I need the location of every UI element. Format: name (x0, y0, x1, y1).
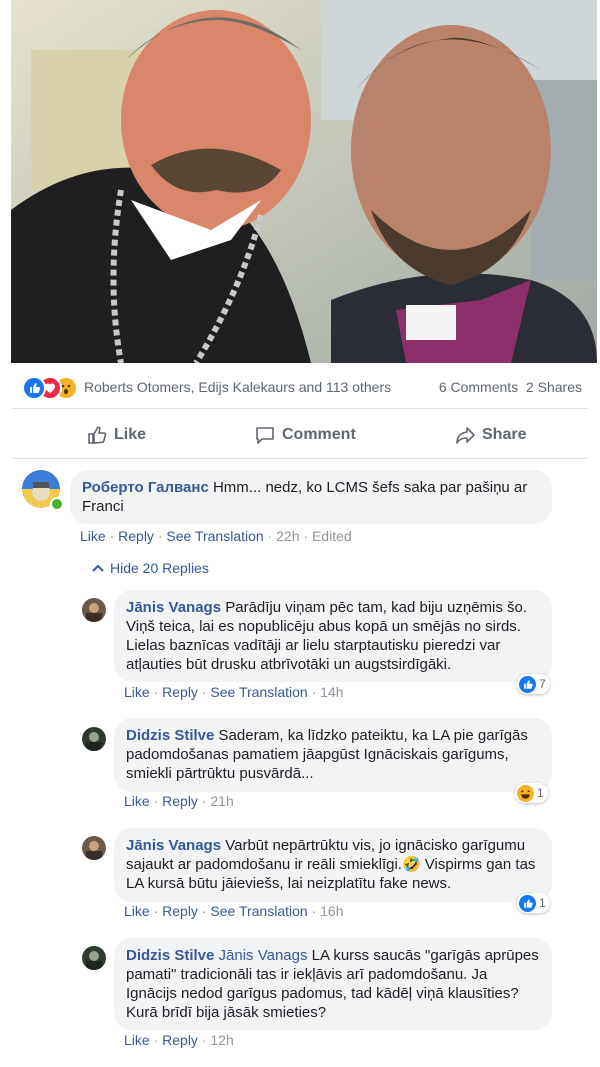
chevron-up-icon (92, 564, 104, 572)
reply-time[interactable]: 21h (210, 793, 233, 809)
reply-author[interactable]: Didzis Stilve (126, 947, 214, 964)
like-icon (519, 894, 536, 912)
avatar[interactable] (82, 727, 106, 751)
thumbs-up-icon (88, 426, 107, 444)
like-icon (519, 675, 536, 693)
reply-reply-link[interactable]: Reply (162, 684, 198, 700)
reply-reply-link[interactable]: Reply (162, 903, 198, 919)
share-label: Share (482, 426, 527, 443)
shares-count[interactable]: 2 Shares (526, 379, 582, 395)
share-icon (456, 427, 475, 444)
comment-actions: Like · Reply · See Translation · 22h · E… (80, 528, 352, 544)
avatar[interactable] (82, 946, 106, 970)
like-icon (22, 376, 46, 400)
reaction-count: 1 (537, 786, 544, 800)
reply-reply-link[interactable]: Reply (162, 1032, 198, 1048)
reaction-count: 7 (539, 677, 546, 691)
reply-author[interactable]: Didzis Stilve (126, 727, 214, 744)
comment-share-counts: 6 Comments 2 Shares (439, 379, 582, 395)
reply-time[interactable]: 14h (320, 684, 343, 700)
haha-icon (517, 784, 534, 802)
reply-bubble: Didzis Stilve Jānis Vanags LA kurss sauc… (114, 938, 552, 1030)
see-translation-link[interactable]: See Translation (210, 684, 307, 700)
reply-time[interactable]: 16h (320, 903, 343, 919)
reply-reaction-count[interactable]: 1 (515, 783, 548, 803)
comment-like-link[interactable]: Like (80, 528, 106, 544)
edited-label: Edited (311, 528, 352, 544)
reply-bubble: Jānis Vanags Parādīju viņam pēc tam, kad… (114, 590, 552, 682)
post-photo[interactable] (11, 0, 597, 363)
reply-mention[interactable]: Jānis Vanags (219, 947, 308, 964)
see-translation-link[interactable]: See Translation (166, 528, 263, 544)
comment-button[interactable]: Comment (254, 424, 356, 446)
like-button[interactable]: Like (86, 424, 146, 446)
comment-label: Comment (282, 426, 356, 443)
comment-reply-link[interactable]: Reply (118, 528, 154, 544)
reactions-summary: Roberts Otomers, Edijs Kalekaurs and 113… (0, 373, 600, 403)
see-translation-link[interactable]: See Translation (210, 903, 307, 919)
avatar[interactable] (82, 598, 106, 622)
comment-time[interactable]: 22h (276, 528, 299, 544)
reactor-names[interactable]: Roberts Otomers, Edijs Kalekaurs and 113… (84, 379, 391, 395)
divider (12, 458, 588, 459)
reply-actions: Like · Reply · 12h (124, 1032, 234, 1048)
comments-count[interactable]: 6 Comments (439, 379, 518, 395)
reply-bubble: Jānis Vanags Varbūt nepārtrūktu vis, jo … (114, 828, 552, 902)
reply-actions: Like · Reply · See Translation · 14h (124, 684, 344, 700)
reply-like-link[interactable]: Like (124, 903, 150, 919)
reply-time[interactable]: 12h (210, 1032, 233, 1048)
reply-like-link[interactable]: Like (124, 1032, 150, 1048)
reply-like-link[interactable]: Like (124, 793, 150, 809)
reply-author[interactable]: Jānis Vanags (126, 599, 221, 616)
reply-author[interactable]: Jānis Vanags (126, 837, 221, 854)
hide-replies-label: Hide 20 Replies (110, 560, 209, 576)
like-label: Like (114, 426, 147, 443)
post-actions: Like Comment Share (0, 418, 600, 454)
reply-reaction-count[interactable]: 1 (517, 893, 550, 913)
divider (12, 408, 588, 409)
comment-bubble: Роберто Галванс Hmm... nedz, ko LCMS šef… (70, 470, 552, 524)
reply-like-link[interactable]: Like (124, 684, 150, 700)
reply-actions: Like · Reply · 21h (124, 793, 234, 809)
reply-reply-link[interactable]: Reply (162, 793, 198, 809)
reaction-count: 1 (539, 896, 546, 910)
reply-reaction-count[interactable]: 7 (517, 674, 550, 694)
online-status-dot (50, 497, 64, 511)
comment-icon (256, 427, 274, 444)
share-button[interactable]: Share (454, 424, 526, 446)
comment-author[interactable]: Роберто Галванс (82, 479, 209, 496)
reply-bubble: Didzis Stilve Saderam, ka līdzko pateikt… (114, 718, 552, 792)
hide-replies-link[interactable]: Hide 20 Replies (92, 560, 209, 576)
reply-actions: Like · Reply · See Translation · 16h (124, 903, 344, 919)
avatar[interactable] (82, 836, 106, 860)
